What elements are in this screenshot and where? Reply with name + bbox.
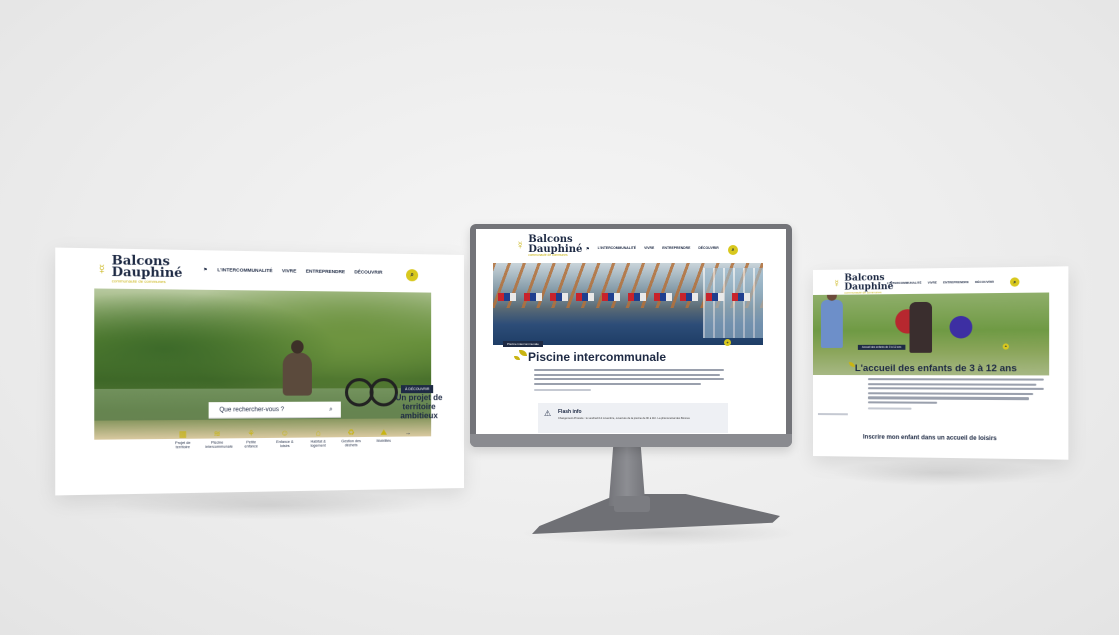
flash-info-text: Changement d'horaire : le vendredi 12 no… — [558, 417, 690, 420]
quick-link-habitat[interactable]: ⌂ Habitat & logement — [307, 431, 330, 448]
arrow-right-icon[interactable]: → — [405, 430, 411, 447]
logo-mark-icon: ☿ — [516, 240, 524, 252]
nav-item-vivre[interactable]: VIVRE — [928, 280, 937, 284]
hero-tag: À DÉCOUVRIR — [401, 385, 433, 393]
hero-image-pool — [493, 263, 763, 345]
search-toggle-button[interactable]: ⌕ — [406, 269, 418, 281]
nav-icon[interactable]: ⚑ — [586, 246, 590, 251]
family-icon: ⚘ — [240, 432, 263, 437]
nav-item-intercommunalite[interactable]: L'INTERCOMMUNALITÉ — [217, 267, 272, 274]
pool-icon: ≋ — [205, 432, 228, 437]
page-title: Piscine intercommunale — [528, 350, 666, 364]
logo-text: Balcons Dauphiné communauté de communes — [528, 235, 582, 257]
right-page-shadow — [830, 460, 1050, 486]
hero-tagline[interactable]: Un projet de territoire ambitieux — [389, 393, 449, 421]
quick-link-projet[interactable]: ▦ Projet de territoire — [171, 432, 195, 450]
left-page-homepage: ☿ Balcons Dauphiné communauté de commune… — [55, 248, 464, 496]
search-placeholder: Que rechercher-vous ? — [219, 407, 284, 414]
leaf-decoration-icon — [514, 356, 520, 360]
main-nav: ⚑ L'INTERCOMMUNALITÉ VIVRE ENTREPRENDRE … — [586, 246, 719, 251]
hero-person — [283, 352, 312, 395]
nav-item-decouvrir[interactable]: DÉCOUVRIR — [698, 246, 718, 251]
side-note — [818, 413, 848, 415]
nav-item-decouvrir[interactable]: DÉCOUVRIR — [354, 269, 382, 276]
share-button[interactable]: + — [1003, 343, 1009, 349]
search-icon[interactable]: ⌕ — [329, 402, 332, 418]
quick-link-mobilites[interactable]: ⛰ Mobilités — [373, 431, 395, 448]
right-page-kids: ☿ Balcons Dauphiné communauté de commune… — [813, 266, 1068, 459]
hero-ball-purple — [950, 316, 973, 339]
logo-mark-icon: ☿ — [96, 261, 107, 277]
nav-item-entreprendre[interactable]: ENTREPRENDRE — [306, 269, 345, 276]
breadcrumb[interactable]: Piscine intercommunale — [503, 341, 543, 347]
breadcrumb[interactable]: Accueil des enfants de 3 à 12 ans — [858, 345, 905, 350]
site-logo[interactable]: ☿ Balcons Dauphiné communauté de commune… — [96, 255, 182, 284]
share-button[interactable]: + — [724, 339, 731, 346]
monitor-screen-pool-page: ☿ Balcons Dauphiné communauté de commune… — [476, 229, 786, 434]
house-icon: ⌂ — [307, 431, 330, 436]
flash-info-title: Flash info — [558, 409, 582, 415]
hero-child-1 — [821, 300, 843, 348]
monitor-stand-hub — [614, 496, 650, 512]
nav-item-intercommunalite[interactable]: L'INTERCOMMUNALITÉ — [887, 281, 922, 285]
warning-icon: ⚠ — [544, 409, 551, 418]
nav-icon[interactable]: ⚑ — [878, 281, 881, 285]
waste-icon: ♻ — [340, 431, 363, 435]
nav-item-entreprendre[interactable]: ENTREPRENDRE — [662, 246, 690, 251]
intro-paragraph — [868, 378, 1044, 413]
quick-link-petite-enfance[interactable]: ⚘ Petite enfance — [240, 432, 263, 449]
search-toggle-button[interactable]: ⌕ — [1010, 277, 1019, 286]
nav-icon[interactable]: ⚑ — [203, 267, 207, 273]
flash-info-banner: ⚠ Flash info Changement d'horaire : le v… — [538, 403, 728, 433]
search-icon: ⌕ — [410, 272, 413, 278]
nav-item-entreprendre[interactable]: ENTREPRENDRE — [943, 280, 969, 284]
monitor-chin — [470, 434, 792, 447]
quick-link-enfance[interactable]: ☺ Enfance & loisirs — [273, 432, 296, 449]
child-icon: ☺ — [273, 432, 296, 437]
intro-paragraph — [534, 369, 724, 394]
leisure-icon: ⛰ — [373, 431, 395, 435]
pool-windows — [703, 268, 763, 338]
site-logo[interactable]: ☿ Balcons Dauphiné communauté de commune… — [516, 235, 582, 257]
search-icon: ⌕ — [732, 247, 735, 253]
nav-item-vivre[interactable]: VIVRE — [282, 268, 296, 274]
quick-link-dechets[interactable]: ♻ Gestion des déchets — [340, 431, 363, 448]
nav-item-decouvrir[interactable]: DÉCOUVRIR — [975, 280, 994, 284]
search-toggle-button[interactable]: ⌕ — [728, 245, 738, 255]
main-nav: ⚑ L'INTERCOMMUNALITÉ VIVRE ENTREPRENDRE … — [878, 280, 994, 286]
left-page-shadow — [110, 490, 430, 520]
nav-item-vivre[interactable]: VIVRE — [644, 246, 654, 251]
map-icon: ▦ — [171, 432, 195, 437]
logo-mark-icon: ☿ — [833, 279, 840, 290]
main-nav: ⚑ L'INTERCOMMUNALITÉ VIVRE ENTREPRENDRE … — [203, 267, 382, 276]
hero-child-2 — [909, 302, 932, 353]
logo-text: Balcons Dauphiné communauté de communes — [112, 255, 183, 284]
register-child-heading[interactable]: Inscrire mon enfant dans un accueil de l… — [863, 435, 997, 443]
search-icon: ⌕ — [1013, 279, 1016, 284]
mockup-scene: ☿ Balcons Dauphiné communauté de commune… — [0, 0, 1119, 635]
nav-item-intercommunalite[interactable]: L'INTERCOMMUNALITÉ — [598, 246, 636, 251]
page-title: L'accueil des enfants de 3 à 12 ans — [855, 363, 1017, 374]
quick-link-piscine[interactable]: ≋ Piscine intercommunale — [205, 432, 228, 449]
search-input[interactable]: Que rechercher-vous ? ⌕ — [209, 402, 341, 419]
pool-flags — [498, 293, 758, 301]
quick-links: ▦ Projet de territoire ≋ Piscine intercomm… — [171, 430, 411, 450]
leaf-decoration-icon — [519, 350, 527, 356]
